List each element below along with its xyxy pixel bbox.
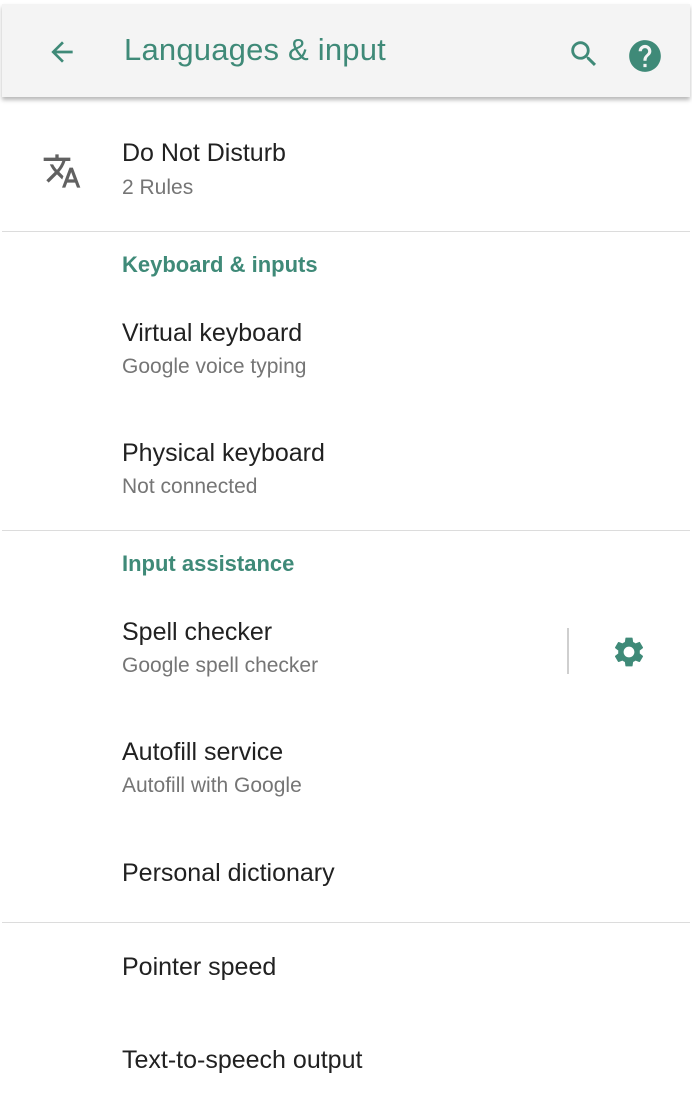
arrow-back-icon[interactable] bbox=[46, 36, 78, 68]
list-item-title: Personal dictionary bbox=[122, 859, 335, 887]
search-icon[interactable] bbox=[567, 37, 601, 71]
divider bbox=[2, 922, 690, 923]
list-item-subtitle: Autofill with Google bbox=[122, 774, 302, 797]
page-title: Languages & input bbox=[124, 32, 386, 67]
list-item-title: Spell checker bbox=[122, 618, 273, 646]
list-item-title: Do Not Disturb bbox=[122, 139, 286, 167]
list-item-do-not-disturb[interactable]: Do Not Disturb 2 Rules bbox=[2, 97, 690, 230]
list-item-subtitle: Google spell checker bbox=[122, 654, 319, 677]
divider bbox=[2, 530, 690, 531]
section-header-keyboard: Keyboard & inputs bbox=[122, 252, 318, 277]
list-item-spell-checker[interactable]: Spell checker Google spell checker bbox=[2, 593, 562, 703]
list-item-title: Autofill service bbox=[122, 738, 284, 766]
list-item-physical-keyboard[interactable]: Physical keyboard Not connected bbox=[2, 413, 690, 523]
list-item-title: Text-to-speech output bbox=[122, 1046, 363, 1074]
list-item-subtitle: Not connected bbox=[122, 475, 258, 498]
list-item-text-to-speech[interactable]: Text-to-speech output bbox=[2, 1020, 690, 1102]
section-header-input-assistance: Input assistance bbox=[122, 551, 295, 576]
list-item-subtitle: 2 Rules bbox=[122, 176, 194, 199]
help-circle-icon[interactable] bbox=[626, 37, 664, 75]
settings-screen: Languages & input Do Not Disturb 2 Rules… bbox=[0, 0, 692, 1102]
divider bbox=[2, 231, 690, 232]
app-bar: Languages & input bbox=[2, 4, 690, 97]
list-item-autofill-service[interactable]: Autofill service Autofill with Google bbox=[2, 713, 690, 823]
list-item-pointer-speed[interactable]: Pointer speed bbox=[2, 927, 690, 1013]
vertical-divider bbox=[567, 628, 569, 674]
settings-list: Do Not Disturb 2 Rules Keyboard & inputs… bbox=[2, 97, 690, 1102]
list-item-personal-dictionary[interactable]: Personal dictionary bbox=[2, 833, 690, 919]
list-item-virtual-keyboard[interactable]: Virtual keyboard Google voice typing bbox=[2, 293, 690, 403]
gear-icon[interactable] bbox=[611, 634, 647, 670]
translate-icon bbox=[43, 154, 81, 188]
list-item-title: Physical keyboard bbox=[122, 439, 325, 467]
list-item-title: Virtual keyboard bbox=[122, 319, 303, 347]
list-item-title: Pointer speed bbox=[122, 953, 277, 981]
list-item-subtitle: Google voice typing bbox=[122, 355, 307, 378]
